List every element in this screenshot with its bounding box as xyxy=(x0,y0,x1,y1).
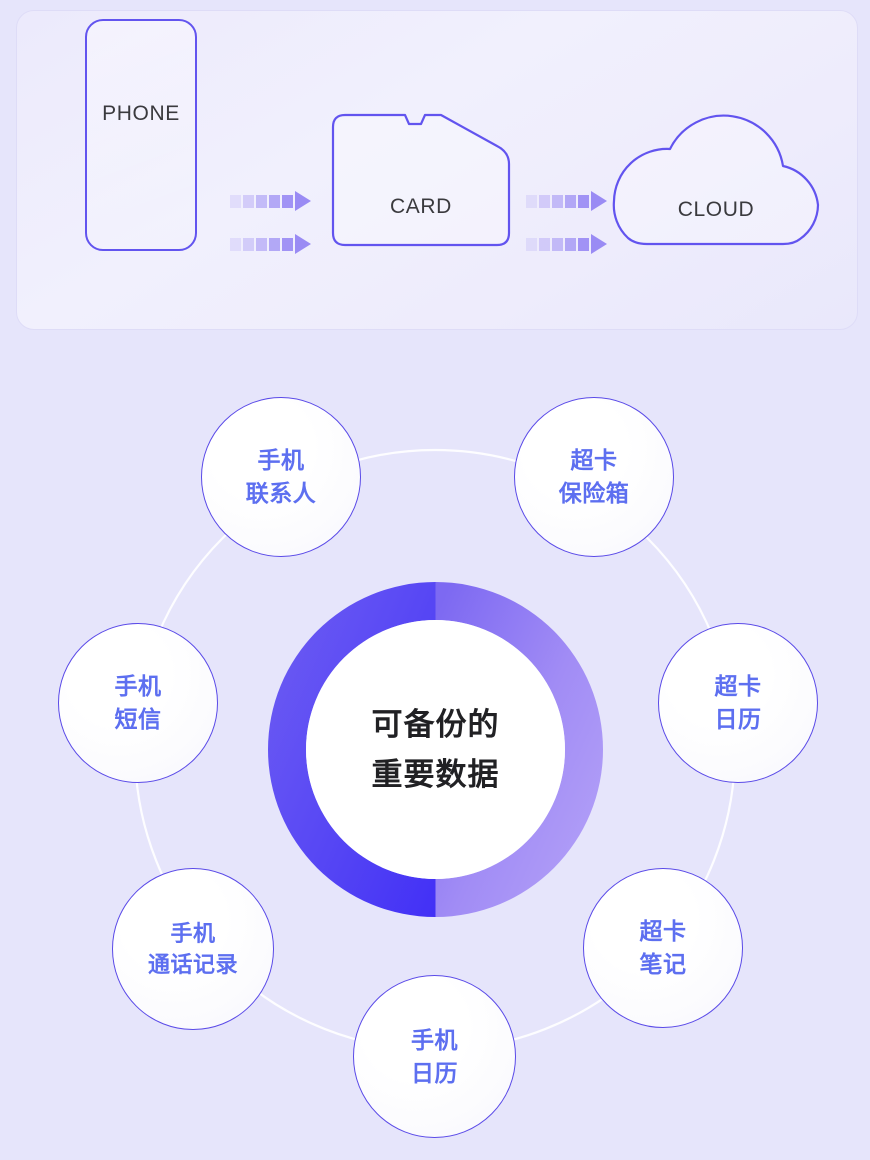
node-label-line-1: 手机 xyxy=(257,447,305,474)
backup-data-orbit-diagram: 可备份的 重要数据 手机 联系人 超卡 保险箱 超卡 日历 超卡 笔记 手机 日… xyxy=(0,375,870,1160)
card-label: CARD xyxy=(390,195,452,218)
cloud-label: CLOUD xyxy=(677,198,755,221)
dashed-arrow-right-icon xyxy=(526,191,607,211)
phone-outline-icon: PHONE xyxy=(85,19,197,251)
node-label-line-1: 手机 xyxy=(170,920,216,946)
node-label-line-2: 联系人 xyxy=(245,480,317,506)
orbit-node-phone-calllog[interactable]: 手机 通话记录 xyxy=(112,868,274,1030)
orbit-node-phone-sms[interactable]: 手机 短信 xyxy=(58,623,218,783)
dashed-arrow-right-icon xyxy=(230,234,311,254)
node-label-line-2: 通话记录 xyxy=(147,952,238,977)
node-label-line-1: 超卡 xyxy=(570,447,618,474)
node-label-line-1: 手机 xyxy=(411,1026,458,1053)
node-label-line-2: 日历 xyxy=(714,706,762,732)
node-label-line-1: 手机 xyxy=(114,673,162,700)
node-label-line-1: 超卡 xyxy=(714,673,762,700)
orbit-node-card-notes[interactable]: 超卡 笔记 xyxy=(583,868,743,1028)
node-label-line-2: 日历 xyxy=(411,1059,458,1086)
phone-label: PHONE xyxy=(102,102,180,125)
memory-card-outline-icon: CARD xyxy=(331,113,511,247)
dashed-arrow-right-icon xyxy=(526,234,607,254)
dashed-arrow-right-icon xyxy=(230,191,311,211)
orbit-node-card-safe[interactable]: 超卡 保险箱 xyxy=(514,397,674,557)
node-label-line-2: 保险箱 xyxy=(558,480,630,506)
cloud-outline-icon: CLOUD xyxy=(611,113,821,247)
orbit-node-phone-contacts[interactable]: 手机 联系人 xyxy=(201,397,361,557)
orbit-node-card-calendar[interactable]: 超卡 日历 xyxy=(658,623,818,783)
orbit-node-phone-calendar[interactable]: 手机 日历 xyxy=(353,975,516,1138)
node-label-line-1: 超卡 xyxy=(639,918,687,945)
backup-flow-panel: PHONE CARD CLOUD xyxy=(16,10,858,330)
node-label-line-2: 短信 xyxy=(114,706,162,732)
node-label-line-2: 笔记 xyxy=(639,951,687,977)
center-donut-ring: 可备份的 重要数据 xyxy=(268,582,603,917)
